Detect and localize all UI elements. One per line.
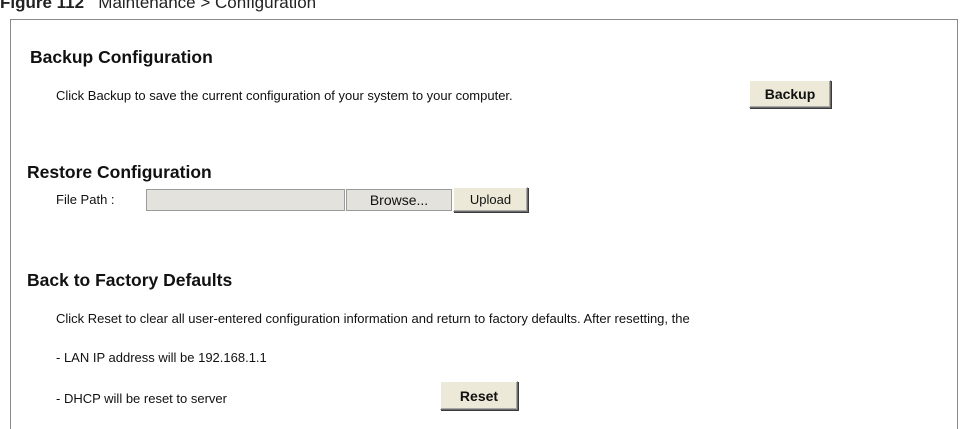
file-path-label: File Path : xyxy=(56,192,115,207)
factory-defaults-heading: Back to Factory Defaults xyxy=(27,270,233,290)
backup-button[interactable]: Backup xyxy=(749,80,831,108)
reset-button[interactable]: Reset xyxy=(440,381,518,410)
restore-heading: Restore Configuration xyxy=(27,162,212,182)
browse-button[interactable]: Browse... xyxy=(346,189,452,211)
lan-ip-note: - LAN IP address will be 192.168.1.1 xyxy=(56,350,267,365)
backup-heading: Backup Configuration xyxy=(30,47,213,67)
file-path-input[interactable] xyxy=(146,189,345,211)
factory-description: Click Reset to clear all user-entered co… xyxy=(56,311,690,326)
backup-description: Click Backup to save the current configu… xyxy=(56,88,513,103)
figure-title: Maintenance > Configuration xyxy=(98,0,317,12)
dhcp-note: - DHCP will be reset to server xyxy=(56,391,227,406)
figure-caption: Figure 112 Maintenance > Configuration xyxy=(0,0,316,15)
upload-button[interactable]: Upload xyxy=(453,187,528,212)
figure-label: Figure 112 xyxy=(0,0,85,12)
